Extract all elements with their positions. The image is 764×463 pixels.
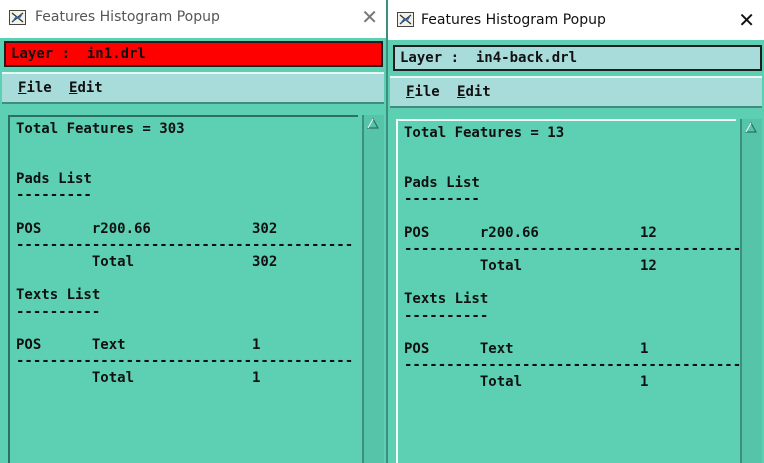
features-histogram-window-1: Features Histogram Popup ✕ Layer : in1.d… <box>0 0 386 463</box>
scroll-up-arrow-icon[interactable] <box>744 121 758 135</box>
features-histogram-app-icon[interactable] <box>397 12 414 27</box>
vertical-scrollbar[interactable] <box>740 119 762 463</box>
menu-file-label: ile <box>414 84 440 100</box>
histogram-report: Total Features = 303 Pads List ---------… <box>16 121 354 386</box>
scroll-up-arrow-icon[interactable] <box>366 117 380 131</box>
menu-bar: File Edit <box>390 76 762 108</box>
menu-bar: File Edit <box>2 72 384 104</box>
report-text-area[interactable]: Total Features = 303 Pads List ---------… <box>8 115 358 463</box>
menu-edit-label: dit <box>77 80 103 96</box>
features-histogram-app-icon[interactable] <box>9 10 26 25</box>
layer-indicator: Layer : in1.drl <box>4 41 383 67</box>
close-icon[interactable]: ✕ <box>738 8 755 32</box>
features-histogram-window-2: Features Histogram Popup ✕ Layer : in4-b… <box>386 0 764 463</box>
window-title: Features Histogram Popup <box>421 12 606 28</box>
window-title: Features Histogram Popup <box>35 9 220 25</box>
histogram-report: Total Features = 13 Pads List --------- … <box>404 125 742 390</box>
title-bar[interactable]: Features Histogram Popup ✕ <box>0 0 386 38</box>
menu-file[interactable]: File <box>406 84 440 100</box>
menu-edit[interactable]: Edit <box>457 84 491 100</box>
layer-indicator: Layer : in4-back.drl <box>393 45 762 71</box>
close-icon[interactable]: ✕ <box>361 5 378 29</box>
vertical-scrollbar[interactable] <box>362 115 384 463</box>
menu-edit[interactable]: Edit <box>69 80 103 96</box>
report-text-area[interactable]: Total Features = 13 Pads List --------- … <box>396 119 742 463</box>
menu-edit-label: dit <box>465 84 491 100</box>
title-bar[interactable]: Features Histogram Popup ✕ <box>388 0 764 40</box>
menu-file-label: ile <box>26 80 52 96</box>
menu-file[interactable]: File <box>18 80 52 96</box>
